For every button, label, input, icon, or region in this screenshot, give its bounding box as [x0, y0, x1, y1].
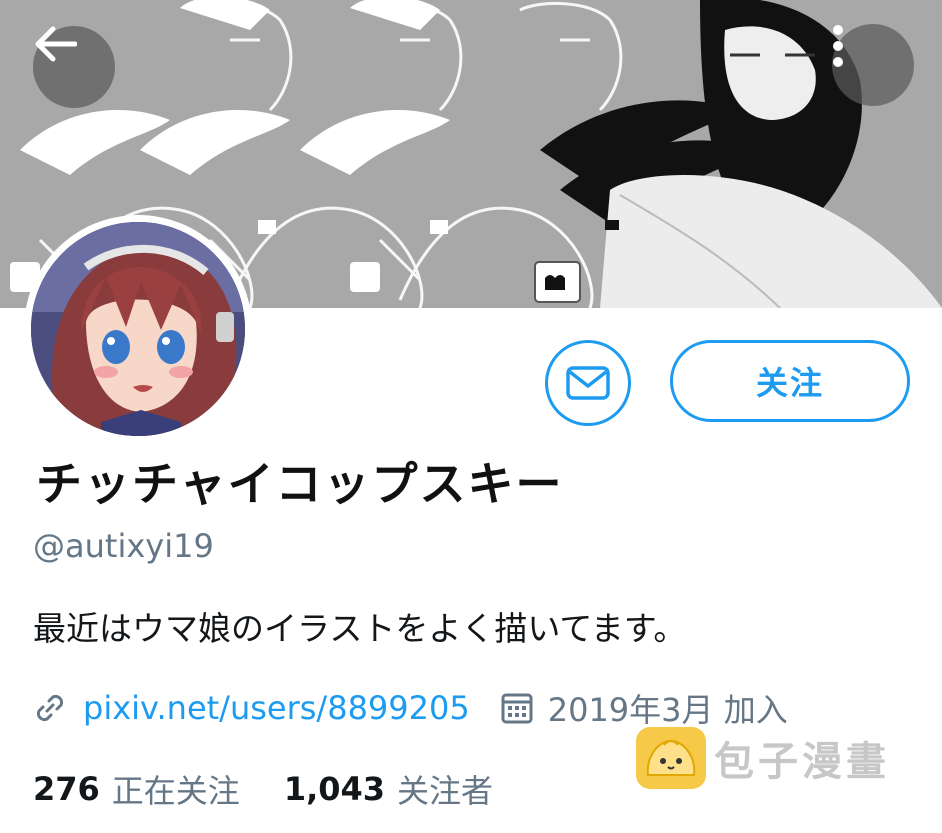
- mail-icon: [566, 366, 610, 400]
- follow-stats: 276 正在关注 1,043 关注者: [33, 766, 493, 812]
- followers-label[interactable]: 关注者: [397, 766, 493, 812]
- following-label[interactable]: 正在关注: [112, 766, 240, 812]
- more-options-button[interactable]: [832, 24, 914, 106]
- more-vertical-icon: [833, 25, 843, 67]
- watermark: 包子漫畫: [636, 727, 890, 789]
- followers-count[interactable]: 1,043: [284, 770, 385, 808]
- back-button[interactable]: [33, 26, 115, 108]
- display-name: チッチャイコップスキー: [36, 457, 564, 511]
- following-count[interactable]: 276: [33, 770, 100, 808]
- bun-logo-icon: [636, 727, 706, 789]
- join-date: 2019年3月 加入: [547, 691, 788, 729]
- message-button[interactable]: [545, 340, 631, 426]
- calendar-icon: [501, 693, 533, 724]
- avatar-image: [31, 222, 245, 436]
- link-icon: [36, 694, 64, 722]
- avatar[interactable]: [24, 215, 252, 443]
- profile-link[interactable]: pixiv.net/users/8899205: [83, 689, 470, 727]
- user-bio: 最近はウマ娘のイラストをよく描いてます。: [33, 609, 687, 648]
- follow-button[interactable]: 关注: [670, 340, 910, 422]
- arrow-left-icon: [35, 26, 77, 62]
- user-handle: @autixyi19: [33, 527, 214, 565]
- profile-meta: pixiv.net/users/8899205 2019年3月 加入: [33, 686, 788, 730]
- watermark-text: 包子漫畫: [714, 739, 890, 785]
